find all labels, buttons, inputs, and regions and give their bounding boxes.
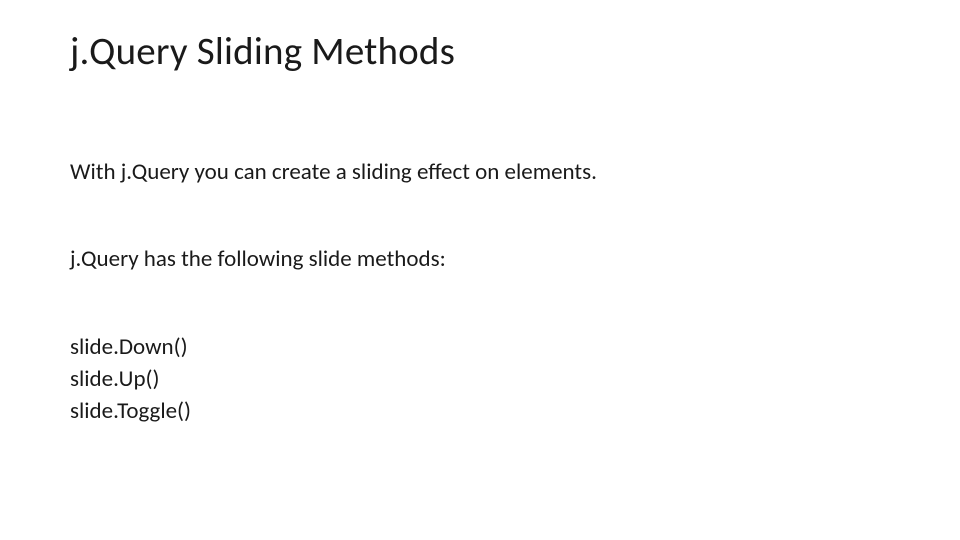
slide-title: j.Query Sliding Methods [70, 28, 890, 75]
method-item: slide.Toggle() [70, 395, 890, 427]
method-item: slide.Down() [70, 331, 890, 363]
methods-intro: j.Query has the following slide methods: [70, 244, 890, 275]
intro-paragraph: With j.Query you can create a sliding ef… [70, 157, 890, 188]
method-item: slide.Up() [70, 363, 890, 395]
method-list: slide.Down() slide.Up() slide.Toggle() [70, 331, 890, 428]
slide-container: j.Query Sliding Methods With j.Query you… [0, 0, 960, 428]
